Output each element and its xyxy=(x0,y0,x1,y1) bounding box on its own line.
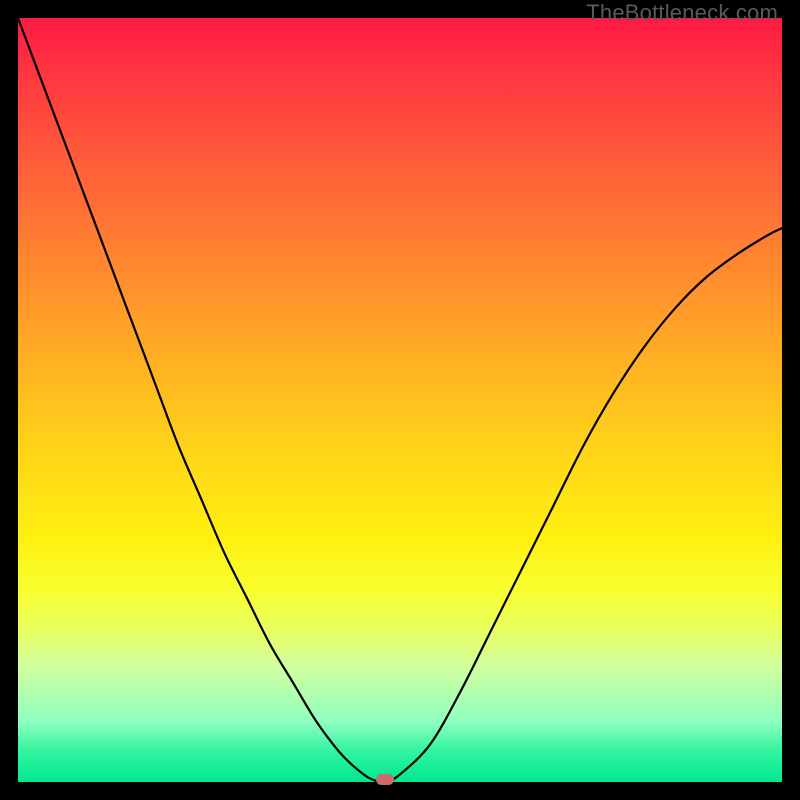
bottleneck-curve-path xyxy=(18,18,782,782)
plot-area xyxy=(18,18,782,782)
watermark-text: TheBottleneck.com xyxy=(586,0,778,26)
curve-layer xyxy=(18,18,782,782)
minimum-marker xyxy=(376,774,394,785)
chart-container: TheBottleneck.com xyxy=(0,0,800,800)
